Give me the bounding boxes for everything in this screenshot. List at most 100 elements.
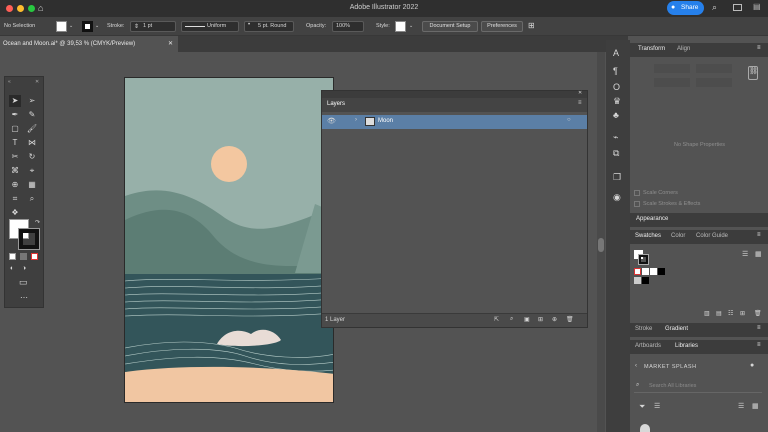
tab-appearance[interactable]: Appearance [636,216,668,222]
shape-builder-tool-icon[interactable]: ⊕ [9,179,21,191]
chevron-down-icon[interactable]: ⌄ [95,23,99,29]
panel-menu-icon[interactable]: ≡ [757,45,761,51]
reflect-tool-icon[interactable]: ⋈ [26,137,38,149]
swatch-black-2[interactable] [642,277,649,284]
swatch-white[interactable] [650,268,657,275]
panel-menu-icon[interactable]: ≡ [757,325,761,331]
chevron-left-icon[interactable]: ‹ [635,363,637,369]
close-panel-icon[interactable]: ✕ [578,90,582,96]
height-field[interactable] [696,78,732,87]
graphic-styles-icon[interactable]: ⌁ [613,132,618,143]
sort-icon[interactable]: ☰ [654,402,660,410]
tab-swatches[interactable]: Swatches [635,233,661,239]
list-view-icon[interactable]: ☰ [742,250,748,258]
grid-view-icon[interactable]: ▦ [755,250,762,258]
y-field[interactable] [654,78,690,87]
opacity-field[interactable]: 100% [332,21,364,32]
library-icon[interactable]: ▥ [704,310,710,317]
panel-grip[interactable]: ✕ [322,90,587,98]
stroke-swatch[interactable] [82,21,93,32]
artboard[interactable] [124,77,334,403]
tab-color[interactable]: Color [671,233,685,239]
document-tab[interactable]: Ocean and Moon.ai* @ 39,53 % (CMYK/Previ… [0,36,178,52]
direct-selection-tool-icon[interactable]: ➢ [26,95,38,107]
scroll-thumb[interactable] [598,238,604,252]
draw-behind-icon[interactable]: ◑ [22,265,26,272]
tab-artboards[interactable]: Artboards [635,343,661,349]
tab-align[interactable]: Align [677,46,690,52]
new-sublayer-icon[interactable]: ⊞ [538,316,543,323]
delete-layer-icon[interactable]: 🗑 [566,316,574,323]
layer-row[interactable]: 👁 › Moon ○ [322,115,587,129]
close-tab-icon[interactable]: ✕ [168,36,173,52]
transparency-icon[interactable]: ◉ [613,192,621,203]
style-swatch[interactable] [395,21,406,32]
brushes-icon[interactable]: ♛ [613,96,621,107]
swatch-none[interactable] [634,268,641,275]
chevron-right-icon[interactable]: › [355,117,357,123]
paintbrush-tool-icon[interactable]: 🖌 [26,123,38,135]
x-field[interactable] [654,64,690,73]
more-tools-icon[interactable]: ⋯ [20,293,28,302]
grid-view-icon[interactable]: ▦ [752,402,759,410]
zoom-tool-icon[interactable]: ⌕ [26,193,38,205]
stroke-color-icon[interactable] [18,228,40,250]
library-item-thumbnail[interactable] [640,424,650,432]
paragraph-icon[interactable]: ¶ [613,66,618,76]
pencil-tool-icon[interactable]: ✎ [26,109,38,121]
panel-menu-icon[interactable]: ≡ [757,342,761,348]
swap-colors-icon[interactable]: ↷ [35,219,40,226]
tab-color-guide[interactable]: Color Guide [696,233,728,239]
workspace-icon[interactable]: ▤ [753,2,761,11]
link-icon[interactable]: ⛓ [748,66,758,80]
preferences-button[interactable]: Preferences [481,21,523,32]
symbols-icon[interactable]: ♣ [613,110,619,120]
collapse-icon[interactable]: « [8,79,11,85]
new-swatch-icon[interactable]: ⊞ [740,310,745,317]
swatch-kinds-icon[interactable]: ▤ [716,310,722,317]
search-icon[interactable]: ⌕ [712,2,717,13]
close-panel-icon[interactable]: ✕ [35,79,39,85]
canvas-scrollbar[interactable] [597,52,605,432]
layers-icon[interactable]: ❐ [613,172,621,183]
selection-tool-icon[interactable]: ➤ [9,95,21,107]
clipping-mask-icon[interactable]: ▣ [524,316,530,323]
export-icon[interactable]: ⇱ [494,316,499,323]
filter-icon[interactable]: ⏷ [639,402,645,412]
tab-layers[interactable]: Layers [327,101,345,107]
swatch-registration[interactable] [642,268,649,275]
locate-object-icon[interactable]: ⌕ [510,316,513,323]
tab-stroke[interactable]: Stroke [635,326,652,332]
brush-definition[interactable]: • 5 pt. Round [244,21,294,32]
tab-gradient[interactable]: Gradient [665,326,688,332]
width-field[interactable] [696,64,732,73]
swatch-stroke[interactable] [638,254,649,265]
screen-mode-icon[interactable]: ▭ [19,277,28,288]
list-view-icon[interactable]: ☰ [738,402,744,410]
color-mode-icon[interactable] [9,253,16,260]
tab-libraries[interactable]: Libraries [675,343,698,349]
rectangle-tool-icon[interactable]: ▢ [9,123,21,135]
scale-corners-checkbox[interactable] [634,190,640,196]
type-tool-icon[interactable]: T [9,137,21,149]
symbol-sprayer-tool-icon[interactable]: ❖ [9,207,21,219]
arrange-icon[interactable] [733,4,742,11]
draw-normal-icon[interactable]: ◐ [10,265,14,272]
new-layer-icon[interactable]: ⊕ [552,316,557,323]
chevron-down-icon[interactable]: ⌄ [409,23,413,29]
share-button[interactable]: ● Share [667,1,704,15]
panel-menu-icon[interactable]: ≡ [578,100,582,106]
pen-tool-icon[interactable]: ✒ [9,109,21,121]
gradient-tool-icon[interactable]: ▦ [26,179,38,191]
tab-transform[interactable]: Transform [638,46,665,52]
swatch-gray[interactable] [634,277,641,284]
scale-strokes-checkbox[interactable] [634,201,640,207]
swatch-black[interactable] [658,268,665,275]
gradient-mode-icon[interactable] [20,253,27,260]
opentype-icon[interactable]: O [613,82,620,92]
artboard-tool-icon[interactable]: ⌗ [9,193,21,205]
library-user-icon[interactable]: ● [750,362,754,369]
variable-width-profile[interactable]: Uniform [181,21,239,32]
target-icon[interactable]: ○ [567,117,571,123]
eyedropper-tool-icon[interactable]: ⌖ [26,165,38,177]
